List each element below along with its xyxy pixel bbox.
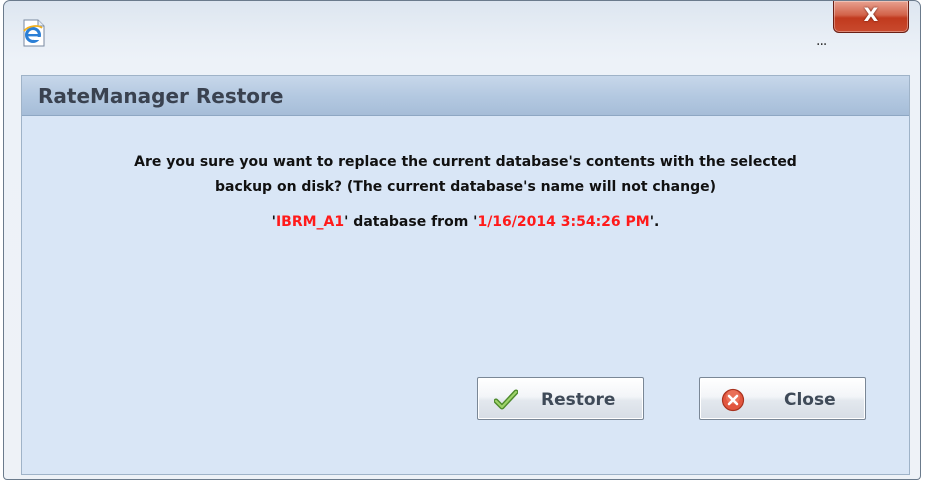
dialog-content: RateManager Restore Are you sure you wan… (21, 75, 910, 475)
checkmark-icon (494, 389, 518, 410)
restore-button[interactable]: Restore (477, 377, 644, 420)
backup-datetime: 1/16/2014 3:54:26 PM (477, 214, 650, 230)
title-bar: ... X (4, 1, 920, 61)
confirm-message-line2: backup on disk? (The current database's … (215, 179, 716, 195)
window-close-icon: X (863, 4, 879, 26)
close-button[interactable]: Close (699, 377, 866, 420)
quote-close: '. (649, 214, 660, 230)
database-name: IBRM_A1 (275, 214, 345, 230)
dialog-header: RateManager Restore (22, 76, 909, 116)
dialog-window: ... X RateManager Restore Are you sure y… (3, 0, 921, 480)
dialog-title: RateManager Restore (38, 84, 284, 108)
detail-middle-text: ' database from ' (344, 214, 478, 230)
restore-detail-line: 'IBRM_A1' database from '1/16/2014 3:54:… (22, 214, 909, 230)
close-circle-icon (721, 388, 745, 412)
restore-button-label: Restore (541, 390, 616, 410)
minimized-dots: ... (816, 33, 827, 49)
confirm-message-line1: Are you sure you want to replace the cur… (134, 154, 797, 170)
ie-icon (23, 19, 45, 47)
close-button-label: Close (784, 390, 836, 410)
window-close-button[interactable]: X (833, 1, 909, 33)
